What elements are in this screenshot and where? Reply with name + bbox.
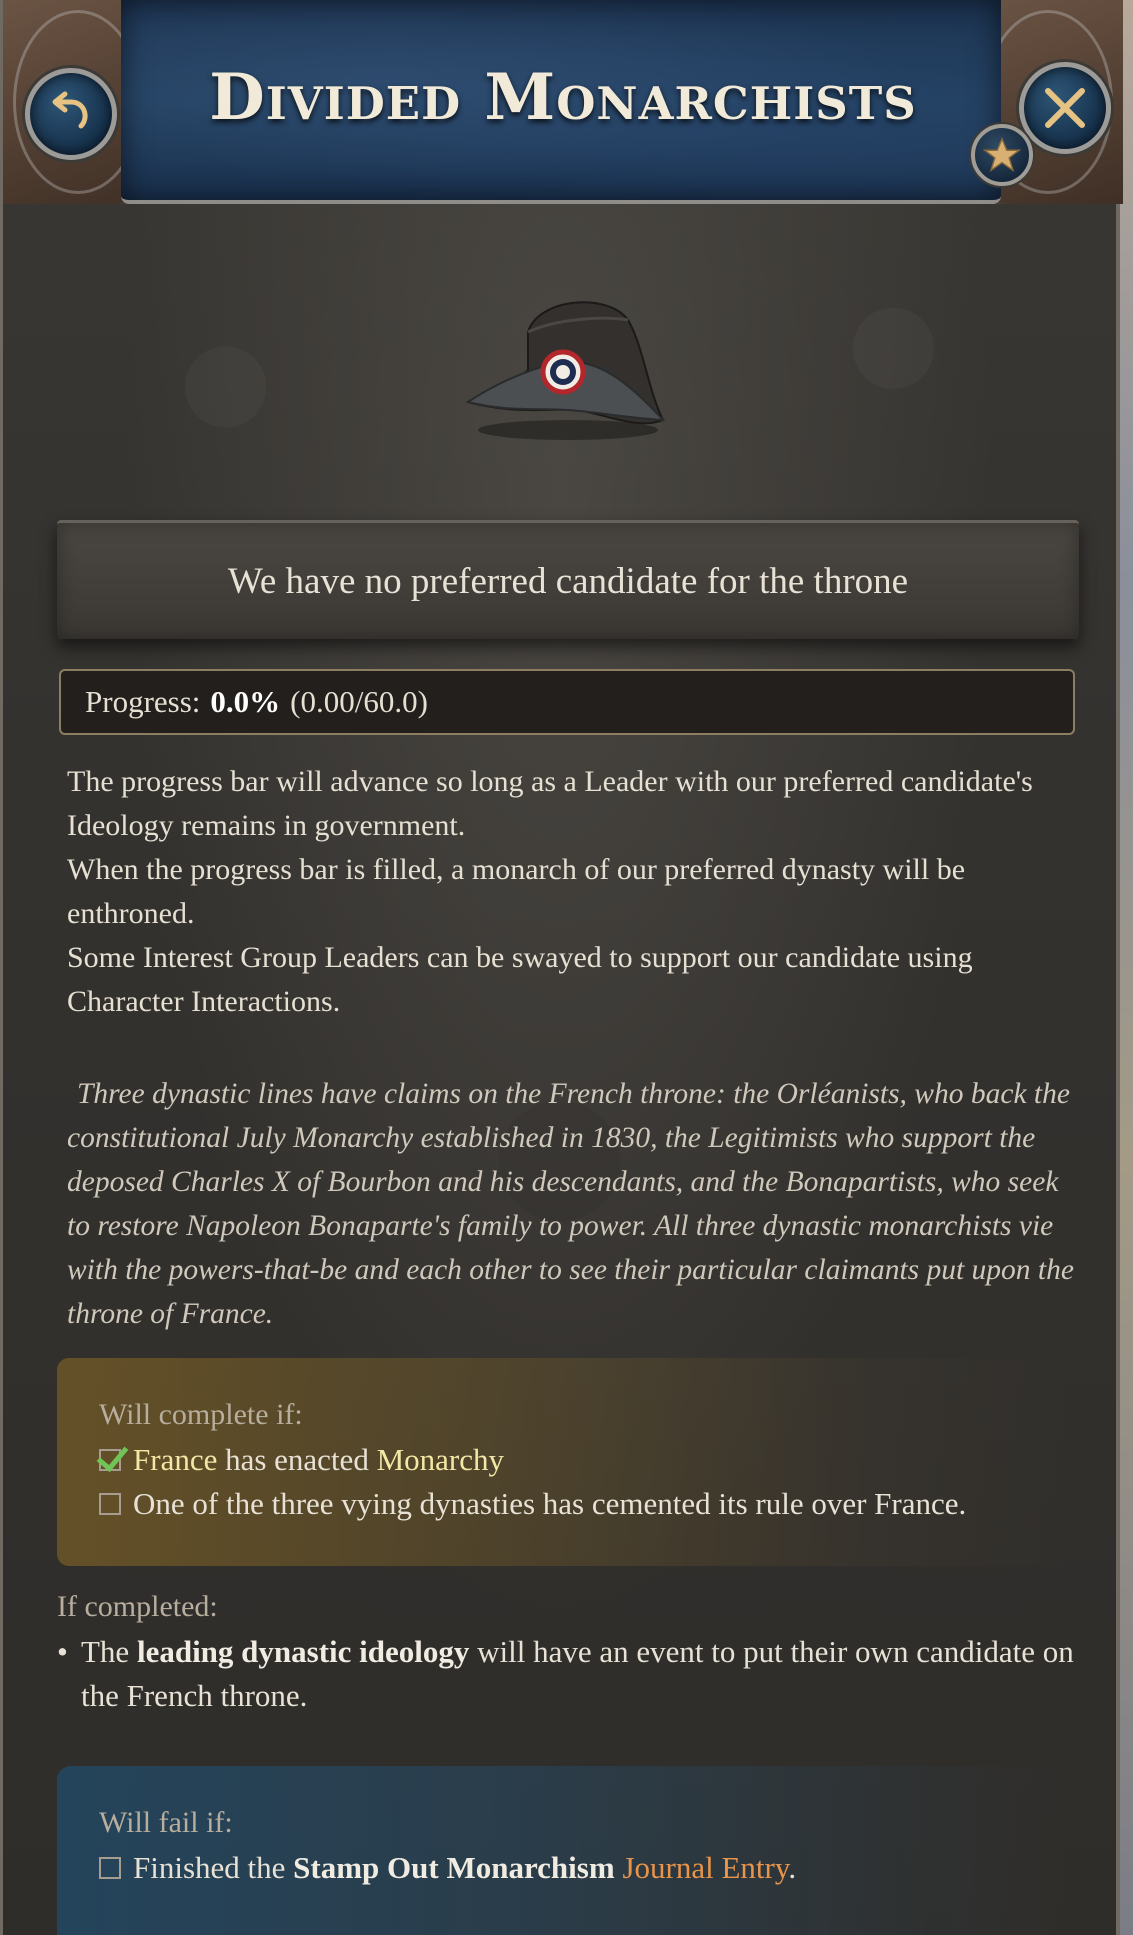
- completion-condition[interactable]: One of the three vying dynasties has cem…: [99, 1482, 966, 1526]
- progress-percent: 0.0%: [210, 684, 281, 719]
- journal-entry-panel: Divided Monarchists We have no preferred…: [0, 0, 1123, 1935]
- page-title: Divided Monarchists: [209, 60, 917, 135]
- map-edge-background: [1119, 0, 1133, 1935]
- flavor-text: Three dynastic lines have claims on the …: [67, 1078, 1074, 1330]
- unchecked-checkbox-icon: [99, 1857, 121, 1879]
- progress-ratio: (0.00/60.0): [290, 684, 428, 719]
- condition-text: One of the three vying dynasties has cem…: [133, 1486, 967, 1521]
- will-fail-heading: Will fail if:: [99, 1806, 233, 1839]
- law-link[interactable]: Monarchy: [377, 1442, 504, 1477]
- back-button[interactable]: [25, 68, 117, 160]
- journal-entry-name[interactable]: Stamp Out Monarchism: [293, 1850, 615, 1885]
- description-line: The progress bar will advance so long as…: [67, 765, 1033, 842]
- if-completed-heading: If completed:: [57, 1590, 218, 1623]
- condition-text: .: [788, 1850, 797, 1885]
- ideology-link[interactable]: leading dynastic ideology: [137, 1634, 469, 1669]
- candidate-status-text: We have no preferred candidate for the t…: [227, 560, 909, 602]
- close-x-icon: [1045, 88, 1085, 128]
- condition-text: Finished the: [133, 1850, 286, 1885]
- panel-header: Divided Monarchists: [3, 0, 1123, 204]
- description-line: Some Interest Group Leaders can be swaye…: [67, 941, 973, 1018]
- country-link[interactable]: France: [133, 1442, 217, 1477]
- undo-arrow-icon: [52, 91, 88, 129]
- star-icon: [983, 136, 1021, 172]
- if-completed-section: If completed: • The leading dynastic ide…: [57, 1590, 1077, 1718]
- will-complete-heading: Will complete if:: [99, 1398, 303, 1431]
- favorite-star-button[interactable]: [971, 124, 1033, 186]
- will-fail-section: Will fail if: Finished the Stamp Out Mon…: [57, 1766, 1067, 1935]
- unchecked-checkbox-icon: [99, 1493, 121, 1515]
- condition-text: has enacted: [225, 1442, 369, 1477]
- effect-text: The: [81, 1634, 130, 1669]
- journal-description: The progress bar will advance so long as…: [67, 760, 1077, 1024]
- completion-condition[interactable]: France has enacted Monarchy: [99, 1438, 966, 1482]
- journal-entry-link[interactable]: Journal Entry: [622, 1850, 788, 1885]
- fail-condition[interactable]: Finished the Stamp Out Monarchism Journa…: [99, 1846, 796, 1890]
- will-complete-section: Will complete if: France has enacted Mon…: [57, 1358, 1067, 1566]
- checked-checkbox-icon: [99, 1449, 121, 1471]
- close-button[interactable]: [1019, 62, 1111, 154]
- completion-effect: • The leading dynastic ideology will hav…: [57, 1630, 1077, 1718]
- progress-label: Progress:: [85, 684, 201, 719]
- candidate-status-banner: We have no preferred candidate for the t…: [57, 520, 1079, 639]
- progress-bar: Progress: 0.0% (0.00/60.0): [59, 669, 1075, 735]
- description-line: When the progress bar is filled, a monar…: [67, 853, 966, 930]
- bullet-icon: •: [57, 1634, 68, 1669]
- bicorne-hat-illustration: [458, 290, 678, 450]
